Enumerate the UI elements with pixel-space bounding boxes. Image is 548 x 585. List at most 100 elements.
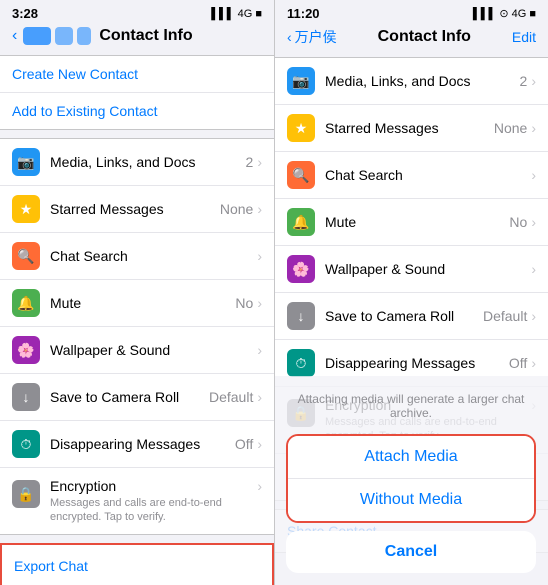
right-nav: ‹ 万户侯 Contact Info Edit	[275, 23, 548, 51]
chat-search-icon: 🔍	[12, 242, 40, 270]
camera-roll-label: Save to Camera Roll	[50, 389, 209, 405]
action-sheet-info-text: Attaching media will generate a larger c…	[286, 384, 536, 428]
wallpaper-chevron: ›	[257, 342, 262, 358]
right-disappearing-icon: ⏱	[287, 349, 315, 377]
left-nav-pills	[23, 27, 91, 45]
list-item-mute[interactable]: 🔔 Mute No ›	[0, 280, 274, 327]
attach-media-button[interactable]: Attach Media	[288, 436, 534, 478]
right-back-button[interactable]: ‹ 万户侯	[287, 27, 337, 47]
right-media-chevron: ›	[531, 73, 536, 89]
right-camera-roll-value: Default	[483, 308, 527, 324]
right-starred-icon: ★	[287, 114, 315, 142]
right-list-item-mute[interactable]: 🔔 Mute No ›	[275, 199, 548, 246]
right-edit-button[interactable]: Edit	[512, 29, 536, 45]
right-chat-search-label: Chat Search	[325, 167, 531, 183]
right-time: 11:20	[287, 6, 320, 21]
left-status-icons: ▌▌▌ 4G ■	[211, 8, 262, 20]
encryption-label: Encryption	[50, 478, 116, 494]
right-panel: 11:20 ▌▌▌ ⊙ 4G ■ ‹ 万户侯 Contact Info Edit…	[274, 0, 548, 585]
nav-pill-2	[55, 27, 73, 45]
disappearing-label: Disappearing Messages	[50, 436, 235, 452]
wallpaper-icon: 🌸	[12, 336, 40, 364]
right-status-icons: ▌▌▌ ⊙ 4G ■	[473, 7, 536, 20]
left-back-button[interactable]: ‹	[12, 27, 17, 45]
right-wallpaper-chevron: ›	[531, 261, 536, 277]
right-camera-roll-icon: ↓	[287, 302, 315, 330]
camera-roll-value: Default	[209, 389, 253, 405]
right-list-item-media[interactable]: 📷 Media, Links, and Docs 2 ›	[275, 58, 548, 105]
starred-icon: ★	[12, 195, 40, 223]
starred-value: None	[220, 201, 253, 217]
encryption-chevron: ›	[257, 478, 262, 494]
mute-label: Mute	[50, 295, 235, 311]
list-item-disappearing[interactable]: ⏱ Disappearing Messages Off ›	[0, 421, 274, 468]
right-disappearing-chevron: ›	[531, 355, 536, 371]
without-media-button[interactable]: Without Media	[288, 478, 534, 521]
export-chat-button[interactable]: Export Chat	[2, 545, 272, 585]
right-status-bar: 11:20 ▌▌▌ ⊙ 4G ■	[275, 0, 548, 23]
right-mute-icon: 🔔	[287, 208, 315, 236]
disappearing-chevron: ›	[257, 436, 262, 452]
left-panel: 3:28 ▌▌▌ 4G ■ ‹ Contact Info Create New …	[0, 0, 274, 585]
right-starred-label: Starred Messages	[325, 120, 494, 136]
disappearing-value: Off	[235, 436, 253, 452]
nav-pill-1	[23, 27, 51, 45]
mute-value: No	[235, 295, 253, 311]
left-status-bar: 3:28 ▌▌▌ 4G ■	[0, 0, 274, 23]
right-chat-search-icon: 🔍	[287, 161, 315, 189]
disappearing-icon: ⏱	[12, 430, 40, 458]
media-value: 2	[246, 154, 254, 170]
media-chevron: ›	[257, 154, 262, 170]
left-nav-title: Contact Info	[99, 27, 192, 45]
nav-pill-3	[77, 27, 91, 45]
right-back-label: 万户侯	[295, 27, 337, 47]
right-list-item-starred[interactable]: ★ Starred Messages None ›	[275, 105, 548, 152]
list-item-starred[interactable]: ★ Starred Messages None ›	[0, 186, 274, 233]
camera-roll-chevron: ›	[257, 389, 262, 405]
starred-label: Starred Messages	[50, 201, 220, 217]
action-sheet-overlay: Attaching media will generate a larger c…	[274, 376, 548, 585]
media-icon: 📷	[12, 148, 40, 176]
export-chat-label: Export Chat	[14, 558, 260, 574]
right-list-item-camera-roll[interactable]: ↓ Save to Camera Roll Default ›	[275, 293, 548, 340]
left-content: Create New Contact Add to Existing Conta…	[0, 49, 274, 585]
action-sheet-buttons: Attach Media Without Media	[286, 434, 536, 523]
right-camera-roll-label: Save to Camera Roll	[325, 308, 483, 324]
list-item-encryption[interactable]: 🔒 Encryption Messages and calls are end-…	[0, 468, 274, 534]
media-label: Media, Links, and Docs	[50, 154, 246, 170]
list-item-camera-roll[interactable]: ↓ Save to Camera Roll Default ›	[0, 374, 274, 421]
right-list-item-chat-search[interactable]: 🔍 Chat Search ›	[275, 152, 548, 199]
list-item-wallpaper[interactable]: 🌸 Wallpaper & Sound ›	[0, 327, 274, 374]
create-contact-button[interactable]: Create New Contact	[0, 56, 274, 93]
right-media-value: 2	[520, 73, 528, 89]
right-wallpaper-icon: 🌸	[287, 255, 315, 283]
right-mute-chevron: ›	[531, 214, 536, 230]
cancel-button[interactable]: Cancel	[286, 531, 536, 573]
right-mute-label: Mute	[325, 214, 509, 230]
export-chat-section: Export Chat	[0, 543, 274, 585]
right-mute-value: No	[509, 214, 527, 230]
left-time: 3:28	[12, 6, 38, 21]
right-disappearing-label: Disappearing Messages	[325, 355, 509, 371]
starred-chevron: ›	[257, 201, 262, 217]
left-nav: ‹ Contact Info	[0, 23, 274, 49]
add-existing-contact-button[interactable]: Add to Existing Contact	[0, 93, 274, 129]
encryption-subtext: Messages and calls are end-to-end encryp…	[50, 496, 257, 525]
right-media-label: Media, Links, and Docs	[325, 73, 520, 89]
right-list-item-wallpaper[interactable]: 🌸 Wallpaper & Sound ›	[275, 246, 548, 293]
list-item-media[interactable]: 📷 Media, Links, and Docs 2 ›	[0, 139, 274, 186]
encryption-content: Encryption Messages and calls are end-to…	[50, 478, 257, 525]
right-nav-title: Contact Info	[378, 28, 471, 46]
list-item-chat-search[interactable]: 🔍 Chat Search ›	[0, 233, 274, 280]
encryption-icon: 🔒	[12, 480, 40, 508]
mute-icon: 🔔	[12, 289, 40, 317]
camera-roll-icon: ↓	[12, 383, 40, 411]
right-wallpaper-label: Wallpaper & Sound	[325, 261, 531, 277]
left-quick-actions: Create New Contact Add to Existing Conta…	[0, 55, 274, 130]
left-menu-group: 📷 Media, Links, and Docs 2 › ★ Starred M…	[0, 138, 274, 535]
mute-chevron: ›	[257, 295, 262, 311]
right-camera-roll-chevron: ›	[531, 308, 536, 324]
chat-search-chevron: ›	[257, 248, 262, 264]
wallpaper-label: Wallpaper & Sound	[50, 342, 257, 358]
right-disappearing-value: Off	[509, 355, 527, 371]
